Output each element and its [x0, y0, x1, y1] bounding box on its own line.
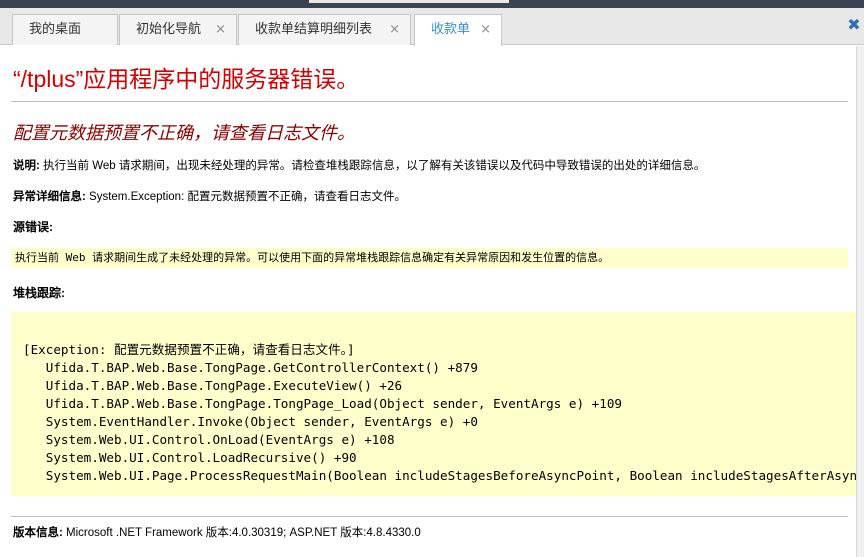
- stack-trace-text: [Exception: 配置元数据预置不正确，请查看日志文件。] Ufida.T…: [23, 342, 856, 483]
- window-top-strip: [0, 0, 864, 8]
- description-label: 说明:: [13, 160, 40, 172]
- tab-label: 收款单: [431, 22, 471, 37]
- exception-label: 异常详细信息:: [13, 191, 86, 203]
- close-icon[interactable]: ×: [480, 15, 491, 45]
- exception-line: 异常详细信息: System.Exception: 配置元数据预置不正确，请查看…: [13, 188, 406, 204]
- page-title: “/tplus”应用程序中的服务器错误。: [13, 66, 360, 92]
- scrollbar[interactable]: [856, 46, 864, 557]
- tab-label: 我的桌面: [29, 22, 82, 37]
- tab-receipt[interactable]: 收款单 ×: [414, 14, 502, 46]
- tab-my-desktop[interactable]: 我的桌面: [12, 14, 118, 45]
- version-label: 版本信息:: [13, 527, 63, 539]
- version-text: Microsoft .NET Framework 版本:4.0.30319; A…: [62, 527, 421, 539]
- description-text: 执行当前 Web 请求期间，出现未经处理的异常。请检查堆栈跟踪信息，以了解有关该…: [39, 160, 706, 172]
- close-all-icon[interactable]: ✖: [847, 17, 861, 33]
- stack-trace-box: [Exception: 配置元数据预置不正确，请查看日志文件。] Ufida.T…: [11, 312, 856, 496]
- close-icon[interactable]: ×: [215, 15, 226, 45]
- tab-receipt-settlement-list[interactable]: 收款单结算明细列表 ×: [238, 14, 411, 45]
- description-line: 说明: 执行当前 Web 请求期间，出现未经处理的异常。请检查堆栈跟踪信息，以了…: [13, 157, 705, 173]
- title-divider: [11, 101, 848, 102]
- tab-label: 收款单结算明细列表: [255, 22, 373, 37]
- error-page: “/tplus”应用程序中的服务器错误。 配置元数据预置不正确，请查看日志文件。…: [0, 46, 856, 557]
- version-divider: [11, 516, 848, 517]
- exception-text: System.Exception: 配置元数据预置不正确，请查看日志文件。: [85, 191, 406, 203]
- stack-trace-heading: 堆栈跟踪:: [13, 286, 65, 300]
- tab-init-navigation[interactable]: 初始化导航 ×: [119, 14, 237, 45]
- source-error-heading: 源错误:: [13, 220, 53, 234]
- window-top-notch: [309, 0, 509, 3]
- error-message: 配置元数据预置不正确，请查看日志文件。: [13, 123, 355, 143]
- version-line: 版本信息: Microsoft .NET Framework 版本:4.0.30…: [13, 524, 421, 540]
- tab-label: 初始化导航: [136, 22, 202, 37]
- source-error-box: 执行当前 Web 请求期间生成了未经处理的异常。可以使用下面的异常堆栈跟踪信息确…: [11, 248, 848, 268]
- tab-bar: 我的桌面 初始化导航 × 收款单结算明细列表 × 收款单 × ✖: [0, 8, 864, 46]
- close-icon[interactable]: ×: [389, 15, 400, 45]
